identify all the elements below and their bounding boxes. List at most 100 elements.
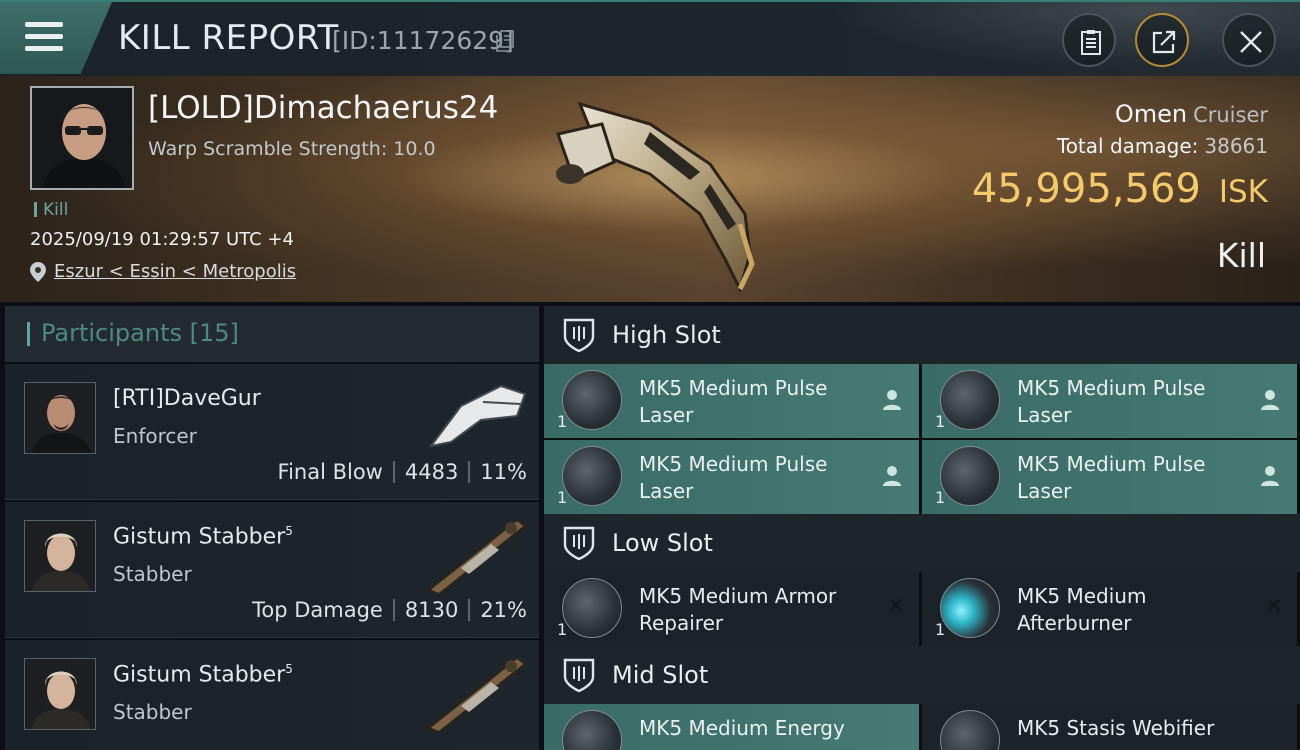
mid-slot-modules: MK5 Medium Energy MK5 Stasis Webifier [544,704,1300,750]
pilot-icon [1261,390,1279,410]
destroyed-icon: ✕ [886,594,905,619]
mid-slot-label: Mid Slot [612,661,709,689]
isk-unit: ISK [1218,174,1268,210]
participant-ship-image[interactable] [421,652,531,732]
module-name: MK5 Stasis Webifier [1017,716,1215,740]
stat-label: Top Damage [252,598,383,622]
pilot-icon [1261,466,1279,486]
stat-percent: 21% [480,598,527,622]
hamburger-icon[interactable] [25,22,63,52]
participants-header[interactable]: Participants [15] [5,306,539,362]
module-item[interactable]: 1 MK5 Medium Pulse Laser [922,364,1297,438]
module-item[interactable]: MK5 Stasis Webifier [922,704,1297,750]
ship-class: Cruiser [1193,103,1268,127]
module-qty: 1 [557,620,568,639]
participant-avatar[interactable] [24,382,96,454]
low-slot-icon [563,526,595,561]
stat-damage: 8130 [404,598,459,622]
victim-name[interactable]: [LOLD]Dimachaerus24 [148,90,498,126]
low-slot-header: Low Slot [544,514,1300,572]
total-damage-label: Total damage: [1056,134,1199,158]
pulse-laser-icon [940,370,1000,430]
participant-stats: Final Blow 4483 11% [278,460,527,484]
participant-avatar[interactable] [24,658,96,730]
pulse-laser-icon [562,446,622,506]
module-name: MK5 Medium Pulse Laser [1017,452,1206,503]
participants-label: Participants [41,319,182,347]
low-slot-modules: 1 MK5 Medium Armor Repairer ✕ 1 MK5 Medi… [544,572,1300,646]
share-icon [1152,30,1176,54]
mid-slot-header: Mid Slot [544,646,1300,704]
module-item[interactable]: 1 MK5 Medium Afterburner ✕ [922,572,1297,646]
participants-panel: Participants [15] [RTI]DaveGur Enforcer … [5,306,539,750]
module-item[interactable]: MK5 Medium Energy [544,704,919,750]
close-icon [1240,31,1262,53]
module-qty: 1 [557,412,568,431]
participants-title: Participants [15] [41,319,239,347]
fittings-panel: High Slot 1 MK5 Medium Pulse Laser 1 MK5… [544,306,1300,750]
module-item[interactable]: 1 MK5 Medium Pulse Laser [544,364,919,438]
pilot-portrait-icon [25,659,95,729]
module-qty: 1 [557,488,568,507]
stasis-webifier-icon [940,710,1000,750]
total-damage-value: 38661 [1204,134,1268,158]
clipboard-button[interactable] [1062,13,1116,67]
high-slot-modules: 1 MK5 Medium Pulse Laser 1 MK5 Medium Pu… [544,364,1300,514]
close-button[interactable] [1222,13,1276,67]
participant-row[interactable]: [RTI]DaveGur Enforcer Final Blow 4483 11% [5,364,539,500]
armor-repairer-icon [562,578,622,638]
pilot-icon [883,390,901,410]
kill-location[interactable]: Eszur < Essin < Metropolis [30,261,296,282]
participants-count: [15] [189,319,239,347]
menu-button[interactable] [0,2,112,74]
participant-row[interactable]: Gistum Stabber5 Stabber [5,640,539,750]
pilot-icon [883,466,901,486]
participant-level: 5 [285,662,293,676]
isk-value: 45,995,569 ISK [972,166,1268,212]
stat-damage: 4483 [404,460,459,484]
high-slot-label: High Slot [612,321,721,349]
share-button[interactable] [1135,13,1189,67]
module-qty: 1 [935,412,946,431]
copy-icon[interactable] [496,30,514,52]
participant-row[interactable]: Gistum Stabber5 Stabber Top Damage 8130 21… [5,502,539,638]
result-label: Kill [1216,236,1266,275]
participant-ship: Stabber [113,562,192,586]
pilot-portrait-icon [32,88,132,188]
stat-percent: 11% [480,460,527,484]
pilot-portrait-icon [25,521,95,591]
participant-name[interactable]: [RTI]DaveGur [113,386,261,411]
participant-name[interactable]: Gistum Stabber5 [113,524,293,549]
ship-name: Omen [1114,100,1188,128]
participant-level: 5 [285,524,293,538]
pulse-laser-icon [940,446,1000,506]
total-damage: Total damage: 38661 [1057,134,1268,158]
participant-ship: Stabber [113,700,192,724]
module-name: MK5 Medium Energy [639,716,845,740]
report-id: [ID:11172629] [332,26,514,55]
participant-name[interactable]: Gistum Stabber5 [113,662,293,687]
module-item[interactable]: 1 MK5 Medium Pulse Laser [544,440,919,514]
participant-ship-image[interactable] [421,376,531,456]
mid-slot-icon [563,658,595,693]
module-name: MK5 Medium Pulse Laser [1017,376,1206,427]
participant-avatar[interactable] [24,520,96,592]
module-name: MK5 Medium Afterburner [1017,584,1147,635]
participant-ship-image[interactable] [421,514,531,594]
module-qty: 1 [935,620,946,639]
high-slot-header: High Slot [544,306,1300,364]
module-item[interactable]: 1 MK5 Medium Pulse Laser [922,440,1297,514]
kill-tag: Kill [34,200,68,220]
module-item[interactable]: 1 MK5 Medium Armor Repairer ✕ [544,572,919,646]
page-title: KILL REPORT [118,18,339,58]
participant-stats: Top Damage 8130 21% [252,598,527,622]
victim-ship[interactable]: Omen Cruiser [1115,100,1268,128]
victim-avatar[interactable] [30,86,134,190]
module-qty: 1 [935,488,946,507]
victim-ship-image[interactable] [540,84,780,294]
location-link[interactable]: Eszur < Essin < Metropolis [54,261,296,282]
clipboard-icon [1081,30,1101,55]
victim-banner: [LOLD]Dimachaerus24 Warp Scramble Streng… [0,76,1300,302]
afterburner-icon [940,578,1000,638]
pulse-laser-icon [562,370,622,430]
